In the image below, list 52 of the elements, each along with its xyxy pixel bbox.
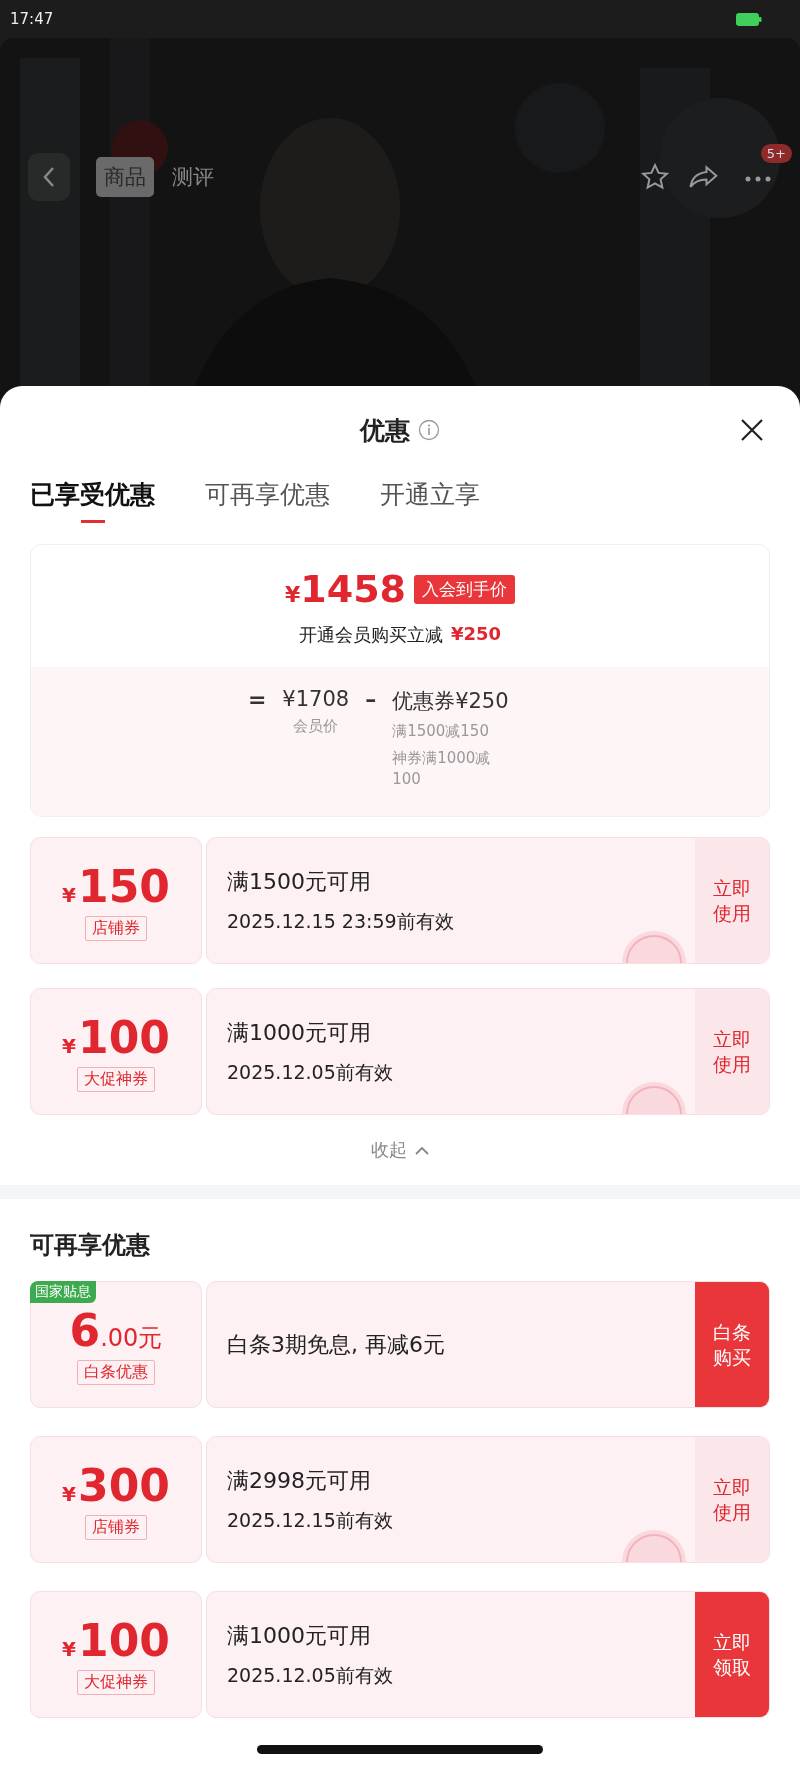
price-tag: 入会到手价 — [414, 574, 516, 604]
coupon-amount: 6.00元 — [69, 1304, 163, 1356]
nav-tab[interactable]: 测评 — [164, 157, 222, 197]
coupon-total: 优惠券¥250 — [392, 688, 510, 715]
coupon-tag: 店铺券 — [85, 1514, 147, 1540]
caret-up-icon — [415, 1145, 429, 1155]
close-icon[interactable] — [740, 418, 764, 442]
back-icon[interactable] — [42, 166, 56, 188]
coupon-amount: ¥100 — [62, 1614, 170, 1666]
status-time: 17:47 — [10, 10, 54, 28]
coupon-expiry: 2025.12.15 23:59前有效 — [227, 908, 455, 934]
coupon-action-button[interactable]: 立即使用 — [695, 1437, 769, 1562]
info-icon[interactable] — [418, 419, 440, 441]
coupon-tag: 大促神券 — [77, 1669, 155, 1695]
discount-amount: ¥250 — [450, 623, 502, 646]
star-icon[interactable] — [640, 162, 670, 192]
coupon-action-button[interactable]: 白条购买 — [695, 1282, 769, 1407]
coupon-expiry: 2025.12.05前有效 — [227, 1059, 394, 1085]
coupon-action-button[interactable]: 立即使用 — [695, 989, 769, 1114]
coupon-condition: 白条3期免息, 再减6元 — [227, 1330, 446, 1359]
section-tab[interactable]: 可再享优惠 — [205, 474, 330, 523]
section-tab[interactable]: 开通立享 — [380, 474, 480, 523]
subsidy-ribbon: 国家贴息 — [30, 1281, 96, 1303]
coupon-condition: 满1000元可用 — [227, 1018, 372, 1047]
sheet-title: 优惠 — [360, 414, 410, 447]
equals-sign: = — [247, 687, 267, 712]
coupon-tag: 大促神券 — [77, 1066, 155, 1092]
coupon-expiry: 2025.12.05前有效 — [227, 1662, 394, 1688]
coupon-detail: 神券满1000减100 — [392, 748, 492, 790]
nav-tab[interactable]: 商品 — [96, 157, 154, 197]
back-button[interactable] — [28, 153, 70, 201]
member-price: ¥1708 — [282, 687, 350, 711]
coupon-amount: ¥100 — [62, 1011, 170, 1063]
minus-sign: – — [365, 687, 377, 712]
coupon-tag: 白条优惠 — [77, 1359, 155, 1385]
discount-note: 开通会员购买立减 — [298, 623, 443, 647]
coupon-amount: ¥150 — [62, 860, 170, 912]
more-icon[interactable] — [744, 174, 772, 183]
coupon-action-button[interactable]: 立即领取 — [695, 1592, 769, 1717]
coupon-expiry: 2025.12.15前有效 — [227, 1507, 394, 1533]
coupon-condition: 满1500元可用 — [227, 867, 372, 896]
coupon-detail: 满1500减150 — [392, 721, 490, 742]
coupon-amount: ¥300 — [62, 1459, 170, 1511]
collapse-button[interactable]: 收起 — [365, 1137, 435, 1163]
battery-icon — [736, 12, 762, 26]
coupon-action-button[interactable]: 立即使用 — [695, 838, 769, 963]
coupon-condition: 满1000元可用 — [227, 1621, 372, 1650]
final-price: ¥1458 — [284, 567, 407, 611]
member-price-label: 会员价 — [293, 717, 339, 736]
section-heading: 可再享优惠 — [29, 1230, 151, 1261]
coupon-tag: 店铺券 — [85, 915, 147, 941]
coupon-condition: 满2998元可用 — [227, 1466, 372, 1495]
